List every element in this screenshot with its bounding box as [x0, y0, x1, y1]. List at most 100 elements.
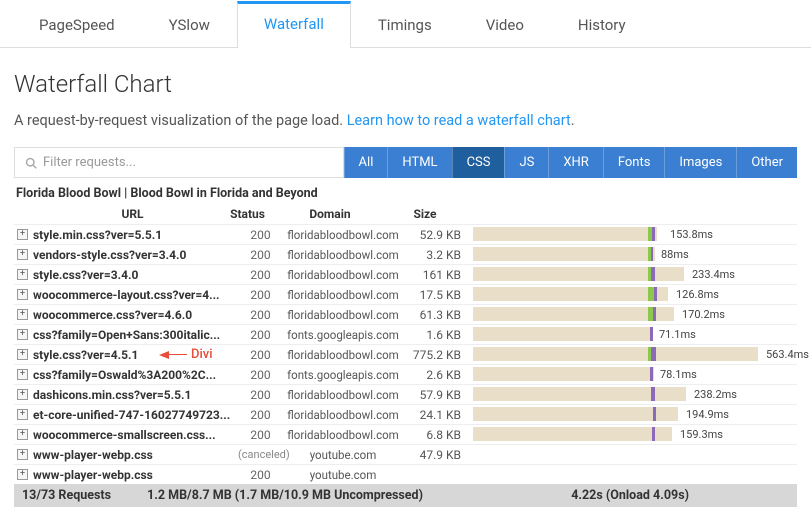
cell-size: 17.5 KB	[403, 288, 473, 302]
annotation-divi: Divi	[159, 347, 213, 362]
page-heading: Waterfall Chart	[14, 70, 797, 98]
cell-status: 200	[238, 288, 283, 302]
waterfall-table: +style.min.css?ver=5.5.1200floridabloodb…	[14, 224, 797, 484]
filter-fonts[interactable]: Fonts	[603, 147, 665, 178]
cell-size: 57.9 KB	[403, 388, 473, 402]
filter-css[interactable]: CSS	[452, 147, 505, 178]
cell-url: dashicons.min.css?ver=5.5.1	[33, 388, 238, 402]
timing-label: 153.8ms	[670, 228, 713, 241]
cell-status: 200	[238, 468, 283, 482]
tab-timings[interactable]: Timings	[351, 1, 459, 48]
cell-size: 775.2 KB	[403, 348, 473, 362]
timing-label: 233.4ms	[692, 268, 735, 281]
table-row[interactable]: +css?family=Oswald%3A200%2C...200fonts.g…	[14, 364, 797, 384]
cell-url: woocommerce.css?ver=4.6.0	[33, 308, 238, 322]
cell-status: 200	[238, 428, 283, 442]
tab-video[interactable]: Video	[459, 1, 551, 48]
filter-buttons: AllHTMLCSSJSXHRFontsImagesOther	[344, 147, 797, 178]
table-row[interactable]: +www-player-webp.css(canceled)youtube.co…	[14, 444, 797, 464]
expand-icon[interactable]: +	[17, 329, 28, 340]
table-row[interactable]: +woocommerce-smallscreen.css...200florid…	[14, 424, 797, 444]
table-row[interactable]: +vendors-style.css?ver=3.4.0200floridabl…	[14, 244, 797, 264]
cell-status: 200	[238, 268, 283, 282]
cell-domain: floridabloodbowl.com	[283, 428, 403, 442]
expand-icon[interactable]: +	[17, 249, 28, 260]
timing-label: 88ms	[661, 248, 689, 261]
subtitle-text: A request-by-request visualization of th…	[14, 112, 347, 129]
cell-status: (canceled)	[238, 448, 283, 461]
timing-label: 78.1ms	[660, 368, 697, 381]
expand-icon[interactable]: +	[17, 269, 28, 280]
summary-footer: 13/73 Requests 1.2 MB/8.7 MB (1.7 MB/10.…	[14, 484, 797, 507]
cell-status: 200	[238, 388, 283, 402]
waterfall-cell	[473, 467, 797, 483]
footer-requests: 13/73 Requests	[22, 488, 111, 503]
filter-js[interactable]: JS	[504, 147, 548, 178]
timing-label: 563.4ms	[766, 348, 809, 361]
filter-images[interactable]: Images	[664, 147, 736, 178]
learn-link[interactable]: Learn how to read a waterfall chart	[347, 112, 571, 129]
header-url[interactable]: URL	[40, 207, 225, 221]
cell-domain: youtube.com	[283, 468, 403, 482]
filter-all[interactable]: All	[344, 147, 388, 178]
cell-domain: fonts.googleapis.com	[283, 328, 403, 342]
filter-requests-input[interactable]: Filter requests...	[14, 147, 344, 178]
cell-size: 24.1 KB	[403, 408, 473, 422]
table-row[interactable]: +woocommerce.css?ver=4.6.0200floridabloo…	[14, 304, 797, 324]
expand-icon[interactable]: +	[17, 289, 28, 300]
timing-label: 159.3ms	[680, 428, 723, 441]
filter-other[interactable]: Other	[736, 147, 797, 178]
main-tabs: PageSpeedYSlowWaterfallTimingsVideoHisto…	[0, 0, 811, 48]
filter-placeholder: Filter requests...	[43, 155, 136, 170]
cell-status: 200	[238, 228, 283, 242]
expand-icon[interactable]: +	[17, 469, 28, 480]
table-row[interactable]: +style.min.css?ver=5.5.1200floridabloodb…	[14, 224, 797, 244]
expand-icon[interactable]: +	[17, 369, 28, 380]
cell-size: 2.6 KB	[403, 368, 473, 382]
tab-history[interactable]: History	[551, 1, 653, 48]
cell-size: 61.3 KB	[403, 308, 473, 322]
cell-url: www-player-webp.css	[33, 468, 238, 482]
cell-domain: youtube.com	[283, 448, 403, 462]
waterfall-cell: 78.1ms	[473, 367, 797, 383]
table-row[interactable]: + css?family=Open+Sans:300italic...200fon…	[14, 324, 797, 344]
expand-icon[interactable]: +	[17, 309, 28, 320]
waterfall-cell: 88ms	[473, 247, 797, 263]
tab-yslow[interactable]: YSlow	[142, 1, 237, 48]
filter-xhr[interactable]: XHR	[548, 147, 602, 178]
cell-status: 200	[238, 308, 283, 322]
expand-icon[interactable]: +	[17, 229, 28, 240]
table-row[interactable]: +et-core-unified-747-16027749723...200fl…	[14, 404, 797, 424]
waterfall-cell	[473, 447, 797, 463]
header-status[interactable]: Status	[225, 207, 270, 221]
table-row[interactable]: +style.css?ver=4.5.1200floridabloodbowl.…	[14, 344, 797, 364]
expand-icon[interactable]: +	[17, 429, 28, 440]
table-row[interactable]: +woocommerce-layout.css?ver=4...200flori…	[14, 284, 797, 304]
footer-time: 4.22s (Onload 4.09s)	[571, 488, 689, 503]
cell-status: 200	[238, 248, 283, 262]
table-row[interactable]: +dashicons.min.css?ver=5.5.1200floridabl…	[14, 384, 797, 404]
expand-icon[interactable]: +	[17, 389, 28, 400]
waterfall-cell: 238.2ms	[473, 387, 797, 403]
waterfall-cell: 563.4ms	[473, 347, 797, 363]
header-size[interactable]: Size	[390, 207, 460, 221]
cell-url: css?family=Open+Sans:300italic...	[33, 328, 238, 342]
filter-row: Filter requests... AllHTMLCSSJSXHRFontsI…	[14, 147, 797, 178]
table-row[interactable]: +style.css?ver=3.4.0200floridabloodbowl.…	[14, 264, 797, 284]
table-headers: URL Status Domain Size	[0, 205, 811, 224]
timing-label: 170.2ms	[682, 308, 725, 321]
cell-size: 161 KB	[403, 268, 473, 282]
filter-html[interactable]: HTML	[387, 147, 451, 178]
cell-status: 200	[238, 328, 283, 342]
tab-pagespeed[interactable]: PageSpeed	[12, 1, 142, 48]
header-domain[interactable]: Domain	[270, 207, 390, 221]
waterfall-cell: 194.9ms	[473, 407, 797, 423]
expand-icon[interactable]: +	[17, 409, 28, 420]
expand-icon[interactable]: +	[17, 349, 28, 360]
cell-url: et-core-unified-747-16027749723...	[33, 408, 238, 422]
table-row[interactable]: + www-player-webp.css200youtube.com	[14, 464, 797, 484]
expand-icon[interactable]: +	[17, 449, 28, 460]
waterfall-cell: 233.4ms	[473, 267, 797, 283]
cell-domain: floridabloodbowl.com	[283, 348, 403, 362]
tab-waterfall[interactable]: Waterfall	[237, 1, 351, 48]
